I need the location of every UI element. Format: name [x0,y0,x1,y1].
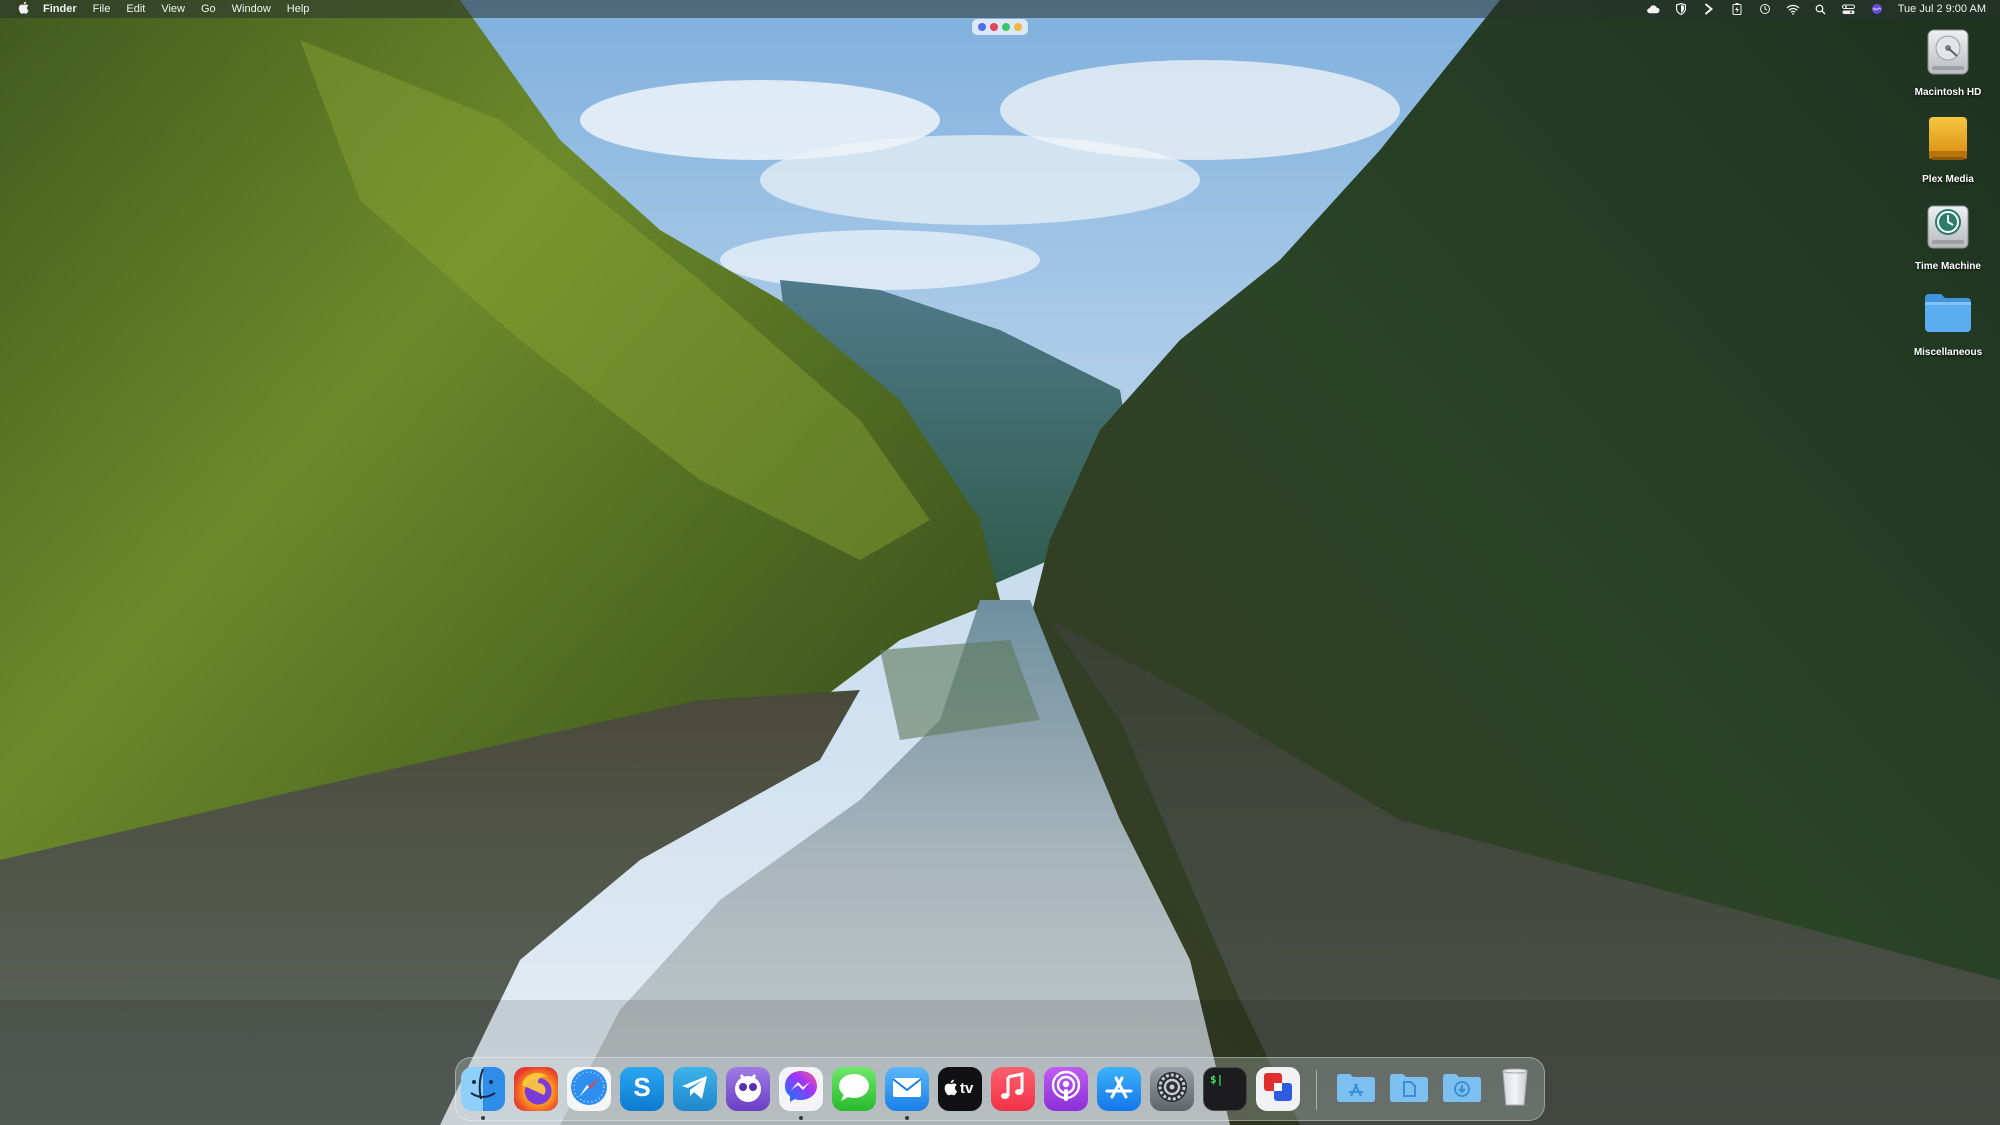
dock-app-terminal[interactable]: $| [1203,1067,1247,1111]
dock-app-tweetbot[interactable] [726,1067,770,1111]
terminal-prompt: $| [1210,1073,1224,1086]
dock-app-mail[interactable] [885,1067,929,1111]
tweetbot-icon [726,1067,770,1111]
gear-icon [1150,1067,1194,1111]
desktop-icon-time-machine[interactable]: Time Machine [1900,200,1996,272]
running-indicator [799,1116,803,1120]
control-center-icon[interactable] [1842,2,1856,16]
desktop-icon-miscellaneous[interactable]: Miscellaneous [1900,288,1996,358]
music-icon [991,1067,1035,1111]
desktop-icon-label: Time Machine [1915,261,1981,272]
time-machine-icon[interactable] [1758,2,1772,16]
parallels-icon [1256,1067,1300,1111]
trash-icon [1493,1067,1537,1111]
dock-app-music[interactable] [991,1067,1035,1111]
svg-text:S: S [633,1072,650,1102]
menu-help[interactable]: Help [279,0,318,18]
spotlight-search-icon[interactable] [1814,2,1828,16]
indicator-dot [1002,23,1010,31]
desktop-icon-label: Miscellaneous [1913,347,1983,358]
wallpaper-image [0,0,2000,1125]
dock-app-finder[interactable] [461,1067,505,1111]
dock-stack-documents[interactable] [1387,1067,1431,1111]
apple-menu-icon[interactable] [10,1,35,17]
siri-icon[interactable] [1870,2,1884,16]
dock-stack-downloads[interactable] [1440,1067,1484,1111]
firefox-icon [514,1067,558,1111]
menu-app-finder[interactable]: Finder [35,0,85,18]
dock-app-skype[interactable]: S [620,1067,664,1111]
dock-trash[interactable] [1493,1067,1537,1111]
running-indicator [905,1116,909,1120]
indicator-dot [1014,23,1022,31]
podcasts-icon [1044,1067,1088,1111]
chevron-right-icon[interactable] [1702,2,1716,16]
safari-icon [567,1067,611,1111]
desktop-icon-label: Plex Media [1922,174,1974,185]
battery-icon[interactable] [1730,2,1744,16]
stage-indicator[interactable] [972,19,1028,35]
indicator-dot [978,23,986,31]
downloads-folder-icon [1440,1067,1484,1111]
time-machine-drive-icon [1923,200,1973,257]
messages-icon [832,1067,876,1111]
dock-app-safari[interactable] [567,1067,611,1111]
menu-file[interactable]: File [85,0,119,18]
applications-folder-icon [1334,1067,1378,1111]
apple-tv-label: tv [960,1080,974,1097]
dock-app-firefox[interactable] [514,1067,558,1111]
running-indicator [481,1116,485,1120]
dock-app-apple-tv[interactable]: tv [938,1067,982,1111]
indicator-dot [990,23,998,31]
menu-go[interactable]: Go [193,0,224,18]
desktop[interactable]: Finder File Edit View Go Window Help Tue… [0,0,2000,1125]
telegram-icon [673,1067,717,1111]
external-drive-icon [1923,113,1973,170]
menu-edit[interactable]: Edit [118,0,153,18]
dock-app-messenger[interactable] [779,1067,823,1111]
shield-icon[interactable] [1674,2,1688,16]
dock-app-podcasts[interactable] [1044,1067,1088,1111]
dock-stack-applications[interactable] [1334,1067,1378,1111]
dock-app-app-store[interactable] [1097,1067,1141,1111]
desktop-icon-macintosh-hd[interactable]: Macintosh HD [1900,26,1996,98]
menu-clock[interactable]: Tue Jul 2 9:00 AM [1898,3,1986,15]
app-store-icon [1097,1067,1141,1111]
menu-bar-status: Tue Jul 2 9:00 AM [1646,2,1990,16]
hard-drive-icon [1923,26,1973,83]
finder-icon [461,1067,505,1111]
dock-app-parallels[interactable] [1256,1067,1300,1111]
documents-folder-icon [1387,1067,1431,1111]
dock-app-system-settings[interactable] [1150,1067,1194,1111]
wifi-icon[interactable] [1786,2,1800,16]
dock: S tv $| [455,1057,1545,1121]
desktop-icon-plex-media[interactable]: Plex Media [1900,113,1996,185]
mail-icon [885,1067,929,1111]
menu-window[interactable]: Window [224,0,279,18]
dock-separator [1316,1070,1317,1110]
dock-app-telegram[interactable] [673,1067,717,1111]
skype-icon: S [620,1067,664,1111]
menu-view[interactable]: View [153,0,193,18]
menu-bar: Finder File Edit View Go Window Help Tue… [0,0,2000,18]
cloud-icon[interactable] [1646,2,1660,16]
folder-icon [1922,288,1974,343]
dock-app-messages[interactable] [832,1067,876,1111]
desktop-icon-label: Macintosh HD [1914,87,1982,98]
menu-bar-left: Finder File Edit View Go Window Help [10,0,317,18]
messenger-icon [779,1067,823,1111]
apple-tv-icon: tv [938,1067,982,1111]
